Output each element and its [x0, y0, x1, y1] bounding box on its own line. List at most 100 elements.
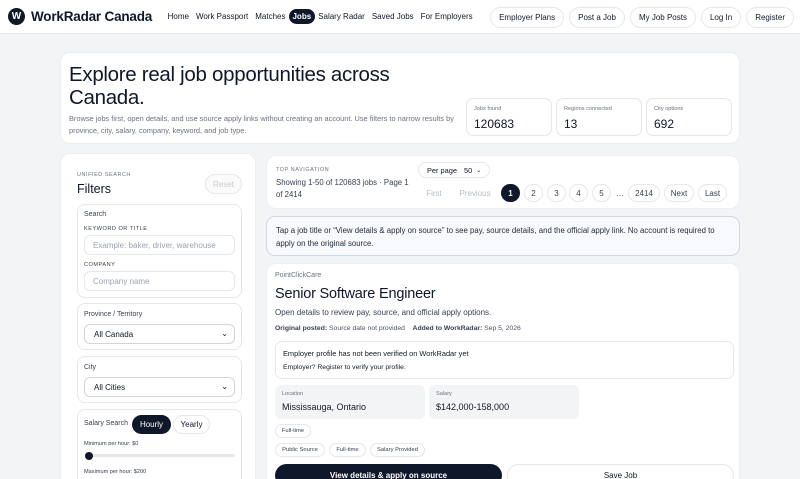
- info-notice: Tap a job title or “View details & apply…: [266, 216, 740, 256]
- pagination-ellipsis: ...: [616, 188, 624, 198]
- search-panel-title: Search: [84, 211, 107, 218]
- province-select[interactable]: All Canada ⌄: [84, 324, 235, 344]
- job-company[interactable]: PointClickCare: [275, 272, 321, 279]
- main-nav: Home Work Passport Matches Jobs Salary R…: [164, 9, 476, 24]
- salary-label: Salary: [436, 391, 452, 397]
- per-page-value: 50: [464, 165, 473, 175]
- page-button-4[interactable]: 4: [569, 184, 588, 202]
- employer-plans-button[interactable]: Employer Plans: [490, 7, 565, 28]
- tag-public-source: Public Source: [275, 443, 325, 457]
- register-button[interactable]: Register: [746, 7, 794, 28]
- workradar-logo-icon: W: [8, 8, 25, 25]
- posted-value: Source date not provided: [329, 325, 405, 332]
- account-actions: Employer Plans Post a Job My Job Posts L…: [490, 7, 794, 28]
- max-salary-label: Maximum per hour: $200: [84, 469, 147, 475]
- salary-yearly-toggle[interactable]: Yearly: [173, 415, 210, 434]
- results-summary: Showing 1-50 of 120683 jobs · Page 1 of …: [276, 178, 409, 199]
- province-title: Province / Territory: [84, 311, 143, 318]
- job-dates: Original posted: Source date not provide…: [275, 325, 521, 332]
- location-box: Location Mississauga, Ontario: [275, 385, 425, 419]
- keyword-input[interactable]: Example: baker, driver, warehouse: [84, 235, 235, 255]
- stat-label: City options: [654, 106, 684, 112]
- city-select[interactable]: All Cities ⌄: [84, 377, 235, 397]
- added-value: Sep 5, 2026: [484, 325, 521, 332]
- per-page-select[interactable]: Per page 50 ⌄: [418, 162, 490, 178]
- nav-jobs[interactable]: Jobs: [288, 9, 315, 24]
- job-description: Open details to review pay, source, and …: [275, 308, 492, 317]
- chevron-down-icon: ⌄: [221, 329, 228, 338]
- nav-matches[interactable]: Matches: [252, 9, 289, 24]
- nav-salary-radar[interactable]: Salary Radar: [315, 9, 369, 24]
- nav-for-employers[interactable]: For Employers: [417, 9, 476, 24]
- stat-jobs-found: Jobs found 120683: [466, 98, 552, 136]
- nav-saved-jobs[interactable]: Saved Jobs: [368, 9, 417, 24]
- employer-verification-box: Employer profile has not been verified o…: [275, 341, 734, 379]
- min-salary-slider[interactable]: [85, 454, 235, 457]
- reset-button[interactable]: Reset: [205, 174, 242, 194]
- post-a-job-button[interactable]: Post a Job: [569, 7, 625, 28]
- salary-panel: Salary Search Hourly Yearly Minimum per …: [77, 409, 242, 479]
- job-type-tag: Full-time: [275, 424, 311, 438]
- view-details-apply-button[interactable]: View details & apply on source: [275, 464, 502, 479]
- brand-logo[interactable]: W WorkRadar Canada: [8, 8, 152, 25]
- page-button-2[interactable]: 2: [524, 184, 543, 202]
- filters-sidebar: UNIFIED SEARCH Filters Reset Search KEYW…: [60, 153, 256, 479]
- previous-page-button[interactable]: Previous: [455, 184, 495, 202]
- pagination-card: TOP NAVIGATION Showing 1-50 of 120683 jo…: [266, 155, 740, 209]
- nav-work-passport[interactable]: Work Passport: [192, 9, 251, 24]
- brand-name: WorkRadar Canada: [31, 9, 153, 24]
- job-title[interactable]: Senior Software Engineer: [275, 286, 436, 302]
- added-label: Added to WorkRadar:: [412, 325, 483, 332]
- filters-eyebrow: UNIFIED SEARCH: [77, 172, 131, 178]
- stat-value: 120683: [474, 117, 515, 131]
- page-button-last[interactable]: 2414: [628, 184, 660, 202]
- city-panel: City All Cities ⌄: [77, 356, 242, 403]
- first-page-button[interactable]: First: [421, 184, 447, 202]
- min-salary-slider-handle[interactable]: [85, 452, 93, 460]
- save-job-button[interactable]: Save Job: [507, 464, 734, 479]
- location-value: Mississauga, Ontario: [282, 402, 367, 412]
- stat-city-options: City options 692: [646, 98, 732, 136]
- posted-label: Original posted:: [275, 325, 328, 332]
- chevron-down-icon: ⌄: [476, 167, 482, 174]
- top-navbar: W WorkRadar Canada Home Work Passport Ma…: [0, 0, 800, 34]
- salary-title: Salary Search: [84, 420, 128, 427]
- my-job-posts-button[interactable]: My Job Posts: [629, 7, 696, 28]
- page-subtitle: Browse jobs first, open details, and use…: [69, 114, 454, 135]
- last-page-button[interactable]: Last: [698, 184, 727, 202]
- page-title: Explore real job opportunities across Ca…: [69, 63, 390, 109]
- company-input[interactable]: Company name: [84, 271, 235, 291]
- nav-home[interactable]: Home: [164, 9, 192, 24]
- page-button-5[interactable]: 5: [592, 184, 611, 202]
- salary-box: Salary $142,000-158,000: [429, 385, 579, 419]
- per-page-label: Per page: [427, 165, 457, 175]
- hero-card: Explore real job opportunities across Ca…: [60, 52, 740, 144]
- province-select-value: All Canada: [94, 329, 134, 339]
- chevron-down-icon: ⌄: [221, 382, 228, 391]
- city-title: City: [84, 364, 97, 371]
- location-label: Location: [282, 391, 304, 397]
- salary-value: $142,000-158,000: [436, 402, 510, 412]
- verification-link[interactable]: Employer? Register to verify your profil…: [283, 364, 406, 371]
- stat-label: Regions connected: [564, 106, 612, 112]
- salary-hourly-toggle[interactable]: Hourly: [132, 415, 171, 434]
- verification-title: Employer profile has not been verified o…: [283, 349, 469, 358]
- min-salary-label: Minimum per hour: $0: [84, 441, 139, 447]
- tag-salary-provided: Salary Provided: [370, 443, 425, 457]
- stat-value: 692: [654, 117, 675, 131]
- next-page-button[interactable]: Next: [664, 184, 694, 202]
- keyword-label: KEYWORD OR TITLE: [84, 226, 148, 232]
- stat-value: 13: [564, 117, 578, 131]
- company-label: COMPANY: [84, 262, 116, 268]
- stat-label: Jobs found: [474, 106, 502, 112]
- province-panel: Province / Territory All Canada ⌄: [77, 303, 242, 350]
- log-in-button[interactable]: Log In: [700, 7, 742, 28]
- job-card: PointClickCare Senior Software Engineer …: [266, 263, 740, 479]
- page-button-3[interactable]: 3: [547, 184, 566, 202]
- page-button-1[interactable]: 1: [501, 184, 520, 202]
- pagination-eyebrow: TOP NAVIGATION: [276, 167, 330, 173]
- filters-title: Filters: [77, 182, 112, 196]
- search-panel: Search KEYWORD OR TITLE Example: baker, …: [77, 204, 242, 298]
- tag-full-time: Full-time: [329, 443, 366, 457]
- city-select-value: All Cities: [94, 382, 126, 392]
